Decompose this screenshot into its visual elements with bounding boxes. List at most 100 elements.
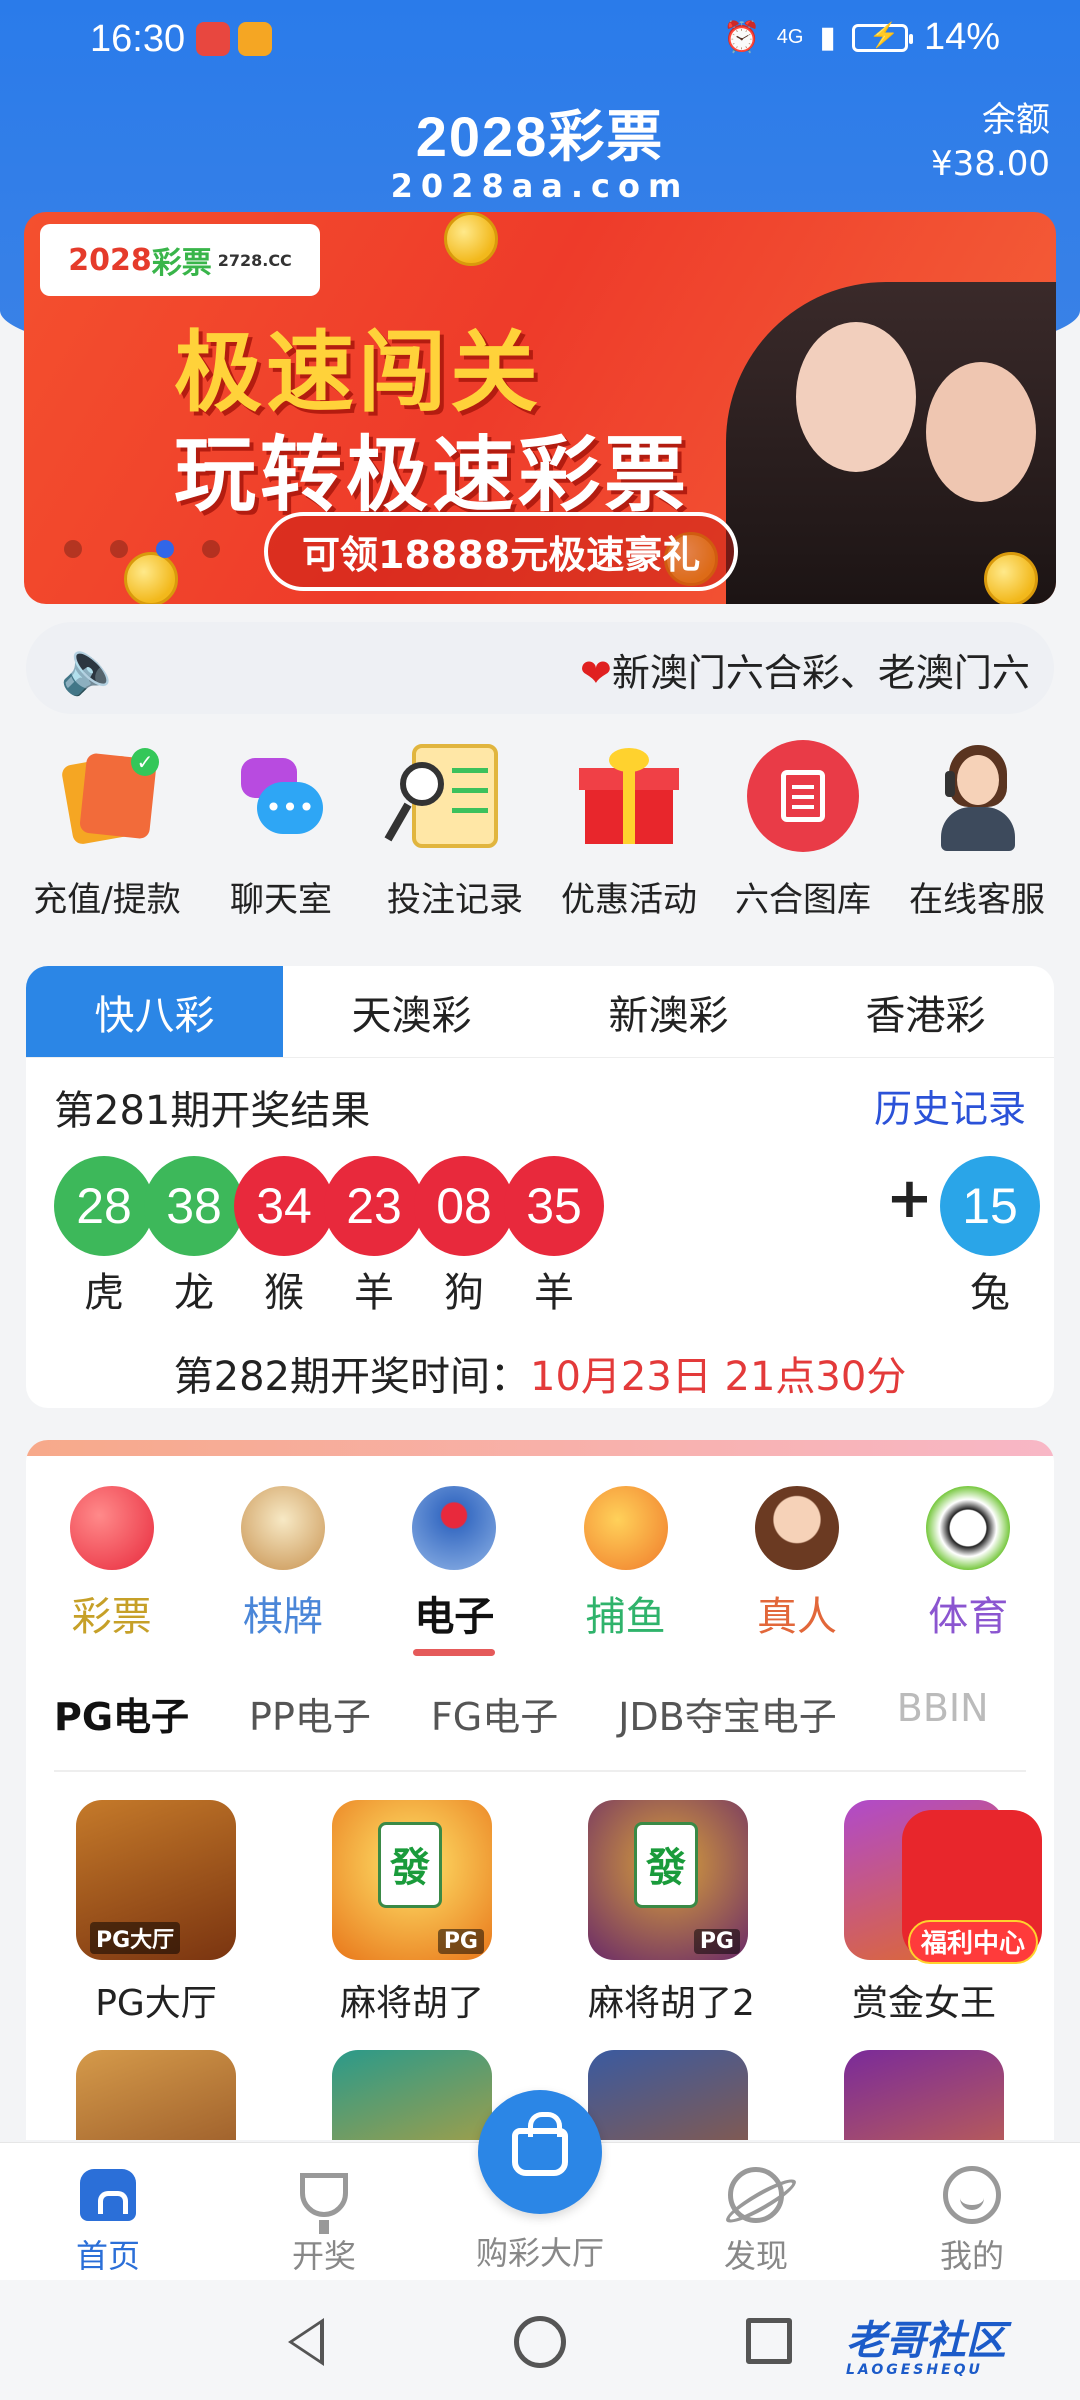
pagination-dot[interactable]: [64, 540, 82, 558]
nav-draws[interactable]: 开奖: [216, 2143, 432, 2280]
coin-icon: [444, 212, 498, 266]
tab-kuaiba[interactable]: 快八彩: [26, 966, 283, 1057]
joystick-icon: [412, 1486, 497, 1570]
ball-zodiac: 猴: [264, 1270, 304, 1316]
home-icon: [78, 2165, 138, 2225]
recent-apps-icon[interactable]: [746, 2318, 792, 2364]
game-thumbnail: [588, 2050, 748, 2140]
subtab-bbin[interactable]: BBIN: [897, 1686, 989, 1741]
nav-discover[interactable]: 发现: [648, 2143, 864, 2280]
dealer-icon: [754, 1486, 839, 1570]
game-tile[interactable]: [588, 2050, 748, 2140]
balance-display[interactable]: 余额 ¥38.00: [931, 98, 1050, 186]
quick-action-gallery[interactable]: 六合图库: [716, 740, 890, 940]
wallet-cards-icon: ✓: [51, 740, 163, 852]
quick-action-label: 在线客服: [909, 880, 1045, 920]
game-tile[interactable]: [76, 2050, 236, 2140]
category-electronic[interactable]: 电子: [369, 1486, 540, 1656]
tab-tianao[interactable]: 天澳彩: [283, 966, 540, 1057]
back-icon[interactable]: [288, 2318, 324, 2366]
coin-icon: [984, 552, 1038, 604]
draw-ball: 34 猴: [234, 1156, 334, 1318]
quick-action-promotions[interactable]: 优惠活动: [542, 740, 716, 940]
game-tile[interactable]: 發 PG 麻将胡了2: [588, 1800, 755, 2026]
quick-action-recharge[interactable]: ✓ 充值/提款: [20, 740, 194, 940]
subtab-pg[interactable]: PG电子: [54, 1686, 189, 1741]
game-tile[interactable]: [332, 2050, 492, 2140]
watermark-logo: 老哥社区 LAOGESHEQU: [846, 2308, 1006, 2378]
game-tag: PG大厅: [90, 1922, 181, 1954]
subtab-jdb[interactable]: JDB夺宝电子: [618, 1686, 837, 1741]
special-ball: 15 兔: [940, 1156, 1040, 1318]
active-underline: [413, 1649, 496, 1656]
notice-marquee[interactable]: 🔈 ❤新澳门六合彩、老澳门六: [26, 622, 1054, 714]
quick-action-bet-history[interactable]: 投注记录: [368, 740, 542, 940]
history-link[interactable]: 历史记录: [874, 1078, 1026, 1133]
cards-icon: [240, 1486, 325, 1570]
ball-number: 38: [144, 1156, 244, 1256]
draw-balls: 28 虎 38 龙 34 猴 23 羊 08 狗 35 羊 + 15 兔: [44, 1156, 1044, 1316]
game-label: 麻将胡了: [339, 1983, 484, 2024]
banner-brand-domain: 2728.CC: [217, 250, 292, 270]
shopping-bag-icon: [512, 2112, 568, 2176]
subtab-fg[interactable]: FG电子: [431, 1686, 558, 1741]
draw-results-card: 快八彩 天澳彩 新澳彩 香港彩 第281期开奖结果 历史记录 28 虎 38 龙…: [26, 966, 1054, 1408]
category-sports[interactable]: 体育: [883, 1486, 1054, 1656]
balance-value: ¥38.00: [931, 144, 1050, 184]
signal-bars-icon: ▮: [819, 21, 836, 54]
clipboard-search-icon: [384, 740, 511, 852]
category-fishing[interactable]: 捕鱼: [540, 1486, 711, 1656]
welfare-label: 福利中心: [908, 1920, 1038, 1964]
tab-hongkong[interactable]: 香港彩: [797, 966, 1054, 1057]
ball-number: 35: [504, 1156, 604, 1256]
notice-message: 新澳门六合彩、老澳门六: [611, 651, 1030, 695]
status-time: 16:30: [90, 18, 186, 60]
quick-action-chatroom[interactable]: ••• 聊天室: [194, 740, 368, 940]
ball-zodiac: 狗: [444, 1270, 484, 1316]
game-tile[interactable]: 發 PG 麻将胡了: [332, 1800, 492, 2026]
alarm-icon: ⏰: [723, 21, 761, 54]
ball-zodiac: 兔: [970, 1270, 1010, 1316]
quick-action-customer-service[interactable]: 在线客服: [890, 740, 1064, 940]
game-tile[interactable]: PG大厅 PG大厅: [76, 1800, 236, 2026]
category-live[interactable]: 真人: [711, 1486, 882, 1656]
game-thumbnail: PG大厅: [76, 1800, 236, 1960]
welfare-center-float[interactable]: 福利中心: [888, 1790, 1068, 1980]
game-tile[interactable]: [844, 2050, 1004, 2140]
game-label: 麻将胡了2: [588, 1983, 755, 2024]
quick-action-label: 聊天室: [230, 880, 332, 920]
home-circle-icon[interactable]: [514, 2316, 566, 2368]
game-label: 赏金女王: [851, 1983, 996, 2024]
quick-action-label: 充值/提款: [33, 880, 181, 920]
pagination-dot[interactable]: [202, 540, 220, 558]
draw-ball: 35 羊: [504, 1156, 604, 1318]
ball-number: 34: [234, 1156, 334, 1256]
tab-xinao[interactable]: 新澳彩: [540, 966, 797, 1057]
promo-banner[interactable]: 2028 彩票 2728.CC 极速闯关 玩转极速彩票 可领18888元极速豪礼: [24, 212, 1056, 604]
mahjong-tile-icon: 發: [378, 1822, 442, 1908]
game-thumbnail: 發 PG: [588, 1800, 748, 1960]
quick-action-label: 优惠活动: [561, 880, 697, 920]
game-categories: 彩票 棋牌 电子 捕鱼 真人 体育: [26, 1486, 1054, 1656]
category-lottery[interactable]: 彩票: [26, 1486, 197, 1656]
chat-bubbles-icon: •••: [225, 740, 337, 852]
category-label: 体育: [928, 1594, 1009, 1640]
huawei-app-icon: [196, 22, 230, 56]
ball-zodiac: 羊: [354, 1270, 394, 1316]
category-label: 电子: [414, 1594, 495, 1640]
banner-offer-pill: 可领18888元极速豪礼: [264, 512, 739, 591]
category-chess-cards[interactable]: 棋牌: [197, 1486, 368, 1656]
draw-ball: 23 羊: [324, 1156, 424, 1318]
pagination-dot[interactable]: [156, 540, 174, 558]
logo-text: 2028彩票: [415, 105, 665, 168]
nav-label: 发现: [723, 2237, 788, 2275]
lottery-hall-button[interactable]: [478, 2090, 602, 2214]
pagination-dot[interactable]: [110, 540, 128, 558]
system-navigation-bar: 老哥社区 LAOGESHEQU: [0, 2280, 1080, 2400]
category-label: 捕鱼: [585, 1594, 666, 1640]
coin-icon: [124, 552, 178, 604]
nav-home[interactable]: 首页: [0, 2143, 216, 2280]
subtab-pp[interactable]: PP电子: [249, 1686, 371, 1741]
nav-profile[interactable]: 我的: [864, 2143, 1080, 2280]
ball-zodiac: 龙: [174, 1270, 214, 1316]
